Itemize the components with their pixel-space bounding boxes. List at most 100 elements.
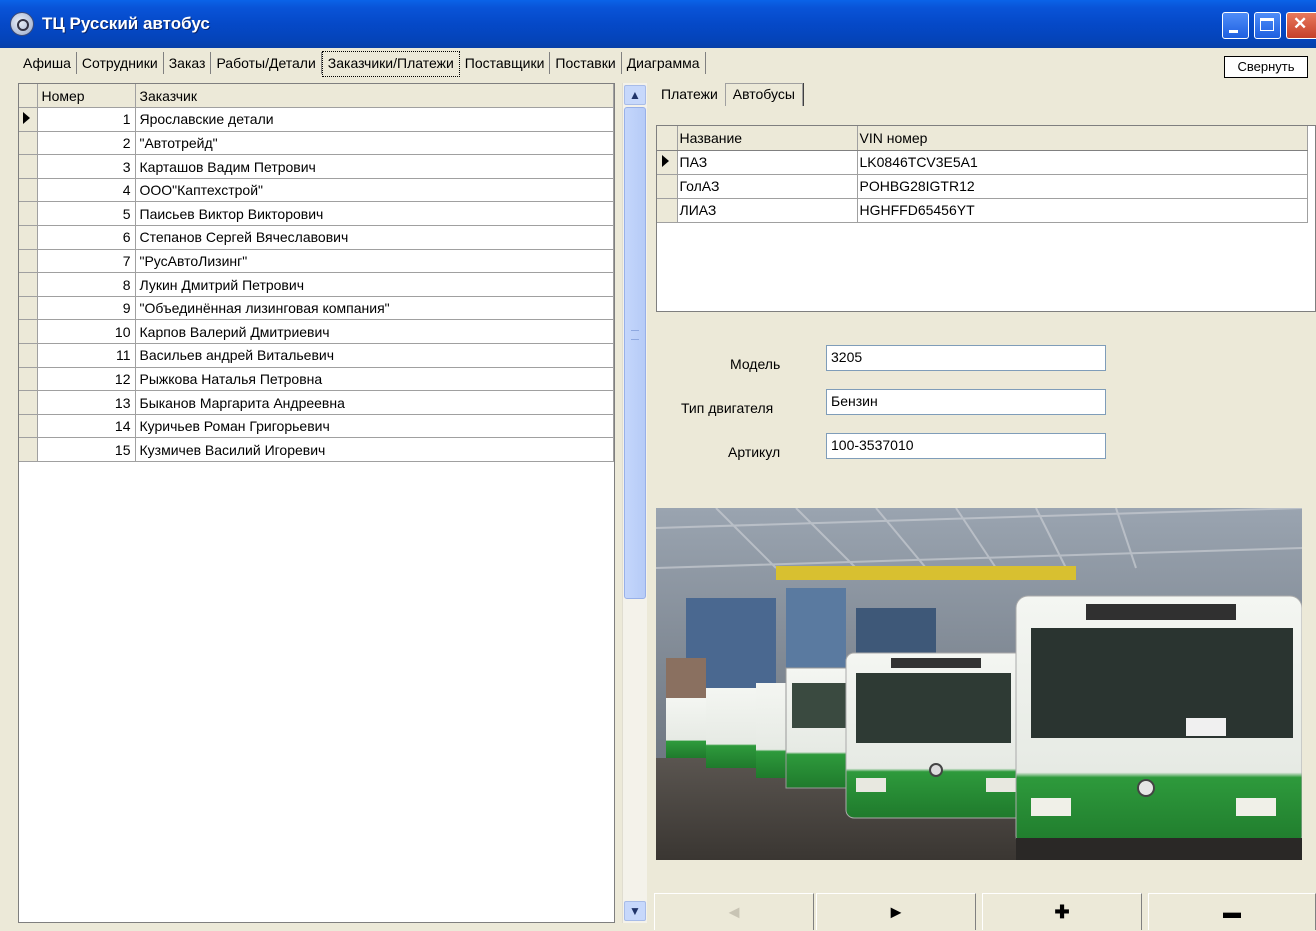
buses-grid[interactable]: Название VIN номер ПАЗ LK0846TCV3E5A1 ГолА… xyxy=(656,125,1316,312)
next-record-button[interactable]: ► xyxy=(816,893,976,930)
row-indicator[interactable] xyxy=(19,178,38,203)
prev-record-button[interactable]: ◄ xyxy=(654,893,814,930)
cell-vin[interactable]: LK0846TCV3E5A1 xyxy=(857,150,1308,175)
table-row[interactable]: 2 "Автотрейд" xyxy=(19,131,614,156)
tab-works-parts[interactable]: Работы/Детали xyxy=(211,52,322,74)
table-row[interactable]: 3 Карташов Вадим Петрович xyxy=(19,154,614,179)
table-row[interactable]: 14 Куричьев Роман Григорьевич xyxy=(19,414,614,439)
table-row[interactable]: 9 "Объединённая лизинговая компания" xyxy=(19,296,614,321)
row-indicator[interactable] xyxy=(657,198,678,223)
table-row[interactable]: 5 Паисьев Виктор Викторович xyxy=(19,201,614,227)
table-row[interactable]: 10 Карпов Валерий Дмитриевич xyxy=(19,319,614,345)
row-indicator[interactable] xyxy=(657,150,678,175)
table-row[interactable]: 11 Васильев андрей Витальевич xyxy=(19,343,614,368)
article-field[interactable]: 100-3537010 xyxy=(826,433,1106,459)
cell-customer[interactable]: "РусАвтоЛизинг" xyxy=(135,249,614,274)
add-record-button[interactable]: ✚ xyxy=(982,893,1142,930)
column-header-customer[interactable]: Заказчик xyxy=(135,84,614,109)
row-indicator[interactable] xyxy=(19,154,38,179)
delete-record-button[interactable]: ▬ xyxy=(1148,893,1316,930)
row-indicator[interactable] xyxy=(19,131,38,156)
table-row[interactable]: 1 Ярославские детали xyxy=(19,107,614,132)
table-row[interactable]: ПАЗ LK0846TCV3E5A1 xyxy=(657,150,1308,175)
cell-bus-name[interactable]: ПАЗ xyxy=(677,150,858,175)
tab-customers-payments[interactable]: Заказчики/Платежи xyxy=(321,51,460,77)
row-indicator[interactable] xyxy=(19,272,38,297)
cell-customer[interactable]: Кузмичев Василий Игоревич xyxy=(135,437,614,462)
maximize-button[interactable] xyxy=(1254,12,1281,39)
row-indicator[interactable] xyxy=(19,319,38,345)
cell-customer[interactable]: "Объединённая лизинговая компания" xyxy=(135,296,614,321)
scroll-down-button[interactable]: ▼ xyxy=(624,901,646,921)
table-row[interactable]: 8 Лукин Дмитрий Петрович xyxy=(19,272,614,297)
row-indicator[interactable] xyxy=(19,343,38,368)
cell-number[interactable]: 4 xyxy=(37,178,136,203)
table-row[interactable]: 15 Кузмичев Василий Игоревич xyxy=(19,437,614,462)
column-header-vin[interactable]: VIN номер xyxy=(857,126,1308,151)
cell-customer[interactable]: "Автотрейд" xyxy=(135,131,614,156)
cell-number[interactable]: 2 xyxy=(37,131,136,156)
row-indicator[interactable] xyxy=(19,437,38,462)
cell-customer[interactable]: Васильев андрей Витальевич xyxy=(135,343,614,368)
cell-number[interactable]: 1 xyxy=(37,107,136,132)
tab-payments[interactable]: Платежи xyxy=(654,82,725,106)
cell-vin[interactable]: HGHFFD65456YT xyxy=(857,198,1308,223)
cell-number[interactable]: 10 xyxy=(37,319,136,345)
table-row[interactable]: 13 Быканов Маргарита Андреевна xyxy=(19,390,614,415)
column-header-number[interactable]: Номер xyxy=(37,84,136,109)
cell-number[interactable]: 11 xyxy=(37,343,136,368)
tab-employees[interactable]: Сотрудники xyxy=(77,52,164,74)
column-header-name[interactable]: Название xyxy=(677,126,858,151)
cell-customer[interactable]: Карташов Вадим Петрович xyxy=(135,154,614,179)
cell-customer[interactable]: Ярославские детали xyxy=(135,107,614,132)
cell-number[interactable]: 13 xyxy=(37,390,136,415)
cell-customer[interactable]: ООО"Каптехстрой" xyxy=(135,178,614,203)
tab-diagram[interactable]: Диаграмма xyxy=(622,52,706,74)
customers-grid[interactable]: Номер Заказчик 1 Ярославские детали 2 "Авто… xyxy=(18,83,615,923)
tab-afisha[interactable]: Афиша xyxy=(18,52,77,74)
cell-number[interactable]: 7 xyxy=(37,249,136,274)
cell-vin[interactable]: POHBG28IGTR12 xyxy=(857,174,1308,199)
table-row[interactable]: ГолАЗ POHBG28IGTR12 xyxy=(657,174,1308,199)
minimize-button[interactable] xyxy=(1222,12,1249,39)
cell-bus-name[interactable]: ГолАЗ xyxy=(677,174,858,199)
table-row[interactable]: ЛИАЗ HGHFFD65456YT xyxy=(657,198,1308,223)
tab-deliveries[interactable]: Поставки xyxy=(550,52,622,74)
row-indicator[interactable] xyxy=(19,390,38,415)
cell-number[interactable]: 6 xyxy=(37,225,136,250)
engine-type-field[interactable]: Бензин xyxy=(826,389,1106,415)
cell-number[interactable]: 3 xyxy=(37,154,136,179)
cell-customer[interactable]: Рыжкова Наталья Петровна xyxy=(135,367,614,392)
cell-number[interactable]: 5 xyxy=(37,201,136,227)
row-indicator[interactable] xyxy=(19,296,38,321)
scroll-up-button[interactable]: ▲ xyxy=(624,85,646,105)
row-indicator[interactable] xyxy=(19,201,38,227)
row-indicator[interactable] xyxy=(19,225,38,250)
cell-bus-name[interactable]: ЛИАЗ xyxy=(677,198,858,223)
row-indicator[interactable] xyxy=(19,107,38,132)
cell-customer[interactable]: Куричьев Роман Григорьевич xyxy=(135,414,614,439)
customers-scrollbar[interactable]: ▲ ▼ xyxy=(622,83,647,923)
row-indicator[interactable] xyxy=(657,174,678,199)
row-indicator[interactable] xyxy=(19,367,38,392)
scroll-thumb[interactable] xyxy=(624,107,646,599)
table-row[interactable]: 12 Рыжкова Наталья Петровна xyxy=(19,367,614,392)
cell-number[interactable]: 15 xyxy=(37,437,136,462)
cell-number[interactable]: 9 xyxy=(37,296,136,321)
table-row[interactable]: 4 ООО"Каптехстрой" xyxy=(19,178,614,203)
cell-customer[interactable]: Быканов Маргарита Андреевна xyxy=(135,390,614,415)
table-row[interactable]: 6 Степанов Сергей Вячеславович xyxy=(19,225,614,250)
tab-buses[interactable]: Автобусы xyxy=(724,83,803,106)
table-row[interactable]: 7 "РусАвтоЛизинг" xyxy=(19,249,614,274)
cell-customer[interactable]: Лукин Дмитрий Петрович xyxy=(135,272,614,297)
cell-number[interactable]: 14 xyxy=(37,414,136,439)
row-indicator[interactable] xyxy=(19,414,38,439)
tab-order[interactable]: Заказ xyxy=(164,52,212,74)
cell-number[interactable]: 12 xyxy=(37,367,136,392)
close-button[interactable] xyxy=(1286,12,1316,39)
cell-customer[interactable]: Степанов Сергей Вячеславович xyxy=(135,225,614,250)
cell-number[interactable]: 8 xyxy=(37,272,136,297)
cell-customer[interactable]: Карпов Валерий Дмитриевич xyxy=(135,319,614,345)
row-indicator[interactable] xyxy=(19,249,38,274)
cell-customer[interactable]: Паисьев Виктор Викторович xyxy=(135,201,614,227)
